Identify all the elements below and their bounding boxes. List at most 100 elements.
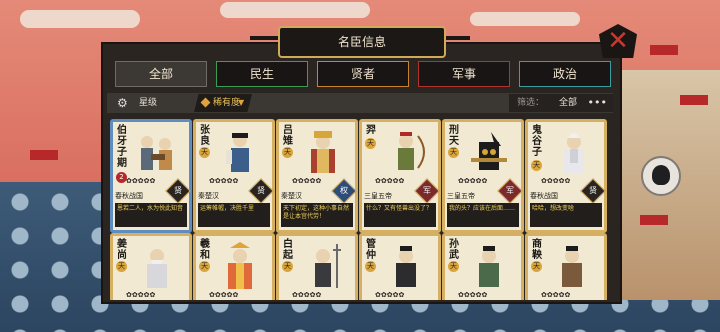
minister-name: 羿 [366, 125, 376, 136]
minister-quote: 运筹帷幄，决胜千里 [198, 203, 270, 227]
minister-portrait [311, 131, 335, 173]
dynasty-label: 三皇五帝 [364, 192, 392, 200]
rank-tag: 天 [282, 147, 293, 158]
background-roof [640, 215, 668, 225]
minister-portrait [147, 249, 167, 288]
star-rating: ✿✿✿✿✿ [126, 291, 156, 299]
minister-portrait [228, 242, 252, 289]
minister-name: 管仲 [366, 239, 376, 261]
trait-badge: 贤 [580, 178, 606, 204]
star-rating: ✿✿✿✿✿ [209, 177, 239, 185]
minister-portrait [226, 133, 249, 172]
background-roof [30, 150, 58, 160]
filter-dropdown-label: 筛选： [517, 98, 545, 108]
assistant-button[interactable] [641, 156, 681, 196]
category-tabs: 全部 民生 贤者 军事 政治 [115, 61, 613, 87]
minister-quote: 什么？又有怪兽出没了？ [364, 203, 436, 227]
sort-label: 稀有度 [213, 98, 241, 108]
gear-icon[interactable]: ⚙ [117, 96, 131, 110]
minister-portrait [564, 133, 584, 173]
tab-military[interactable]: 军事 [418, 61, 510, 87]
background-cloud [470, 12, 580, 26]
star-rating: ✿✿✿✿✿ [458, 291, 488, 299]
minister-card[interactable]: 鬼谷子 天 ✿✿✿✿✿ 春秋战国 贤 哈哈，想改变啥 [525, 119, 607, 233]
trait-text: 贤 [589, 186, 597, 195]
filter-bar: ⚙ 星级 稀有度 ▼ 筛选： 全部 ••• [107, 93, 613, 113]
sort-arrow-icon: ▼ [238, 98, 245, 107]
minister-name: 刑天 [449, 125, 459, 147]
minister-name: 吕雉 [283, 125, 293, 147]
filter-dropdown[interactable]: 筛选： 全部 ••• [509, 94, 613, 112]
minister-name: 羲和 [200, 239, 210, 261]
minister-card[interactable]: 张良 天 ✿✿✿✿✿ 秦楚汉 贤 运筹帷幄，决胜千里 [193, 119, 275, 233]
rank-tag: 天 [531, 261, 542, 272]
rank-tag: 天 [448, 147, 459, 158]
rank-tag: 天 [199, 147, 210, 158]
filter-dropdown-value: 全部 [559, 98, 578, 108]
minister-name: 白起 [283, 239, 293, 261]
rank-tag: 天 [199, 261, 210, 272]
title-wing-left [250, 36, 280, 40]
rank-tag: 天 [365, 261, 376, 272]
minister-card[interactable]: 白起 天 ✿✿✿✿✿ [276, 233, 358, 300]
star-rating: ✿✿✿✿✿ [375, 291, 405, 299]
dynasty-label: 秦楚汉 [198, 192, 219, 200]
star-rating: ✿✿✿✿✿ [209, 291, 239, 299]
minister-card[interactable]: 姜尚 天 ✿✿✿✿✿ [110, 233, 192, 300]
star-rating: ✿✿✿✿✿ [541, 177, 571, 185]
star-rating: ✿✿✿✿✿ [292, 177, 322, 185]
rank-tag: 天 [531, 160, 542, 171]
minister-name: 伯牙子期 [117, 125, 127, 169]
star-rating: ✿✿✿✿✿ [292, 291, 322, 299]
background-roof [680, 95, 708, 105]
tab-sage[interactable]: 贤者 [317, 61, 409, 87]
tab-politics[interactable]: 政治 [519, 61, 611, 87]
dynasty-label: 春秋战国 [115, 192, 143, 200]
minister-card[interactable]: 吕雉 天 ✿✿✿✿✿ 秦楚汉 权 天下初定，这种小事自然是让本宫代劳！ [276, 119, 358, 233]
trait-text: 贤 [174, 186, 182, 195]
trait-badge: 贤 [165, 178, 191, 204]
trait-text: 权 [340, 186, 348, 195]
rank-tag: 天 [116, 261, 127, 272]
title-bar: 名臣信息 [278, 26, 446, 58]
minister-name: 鬼谷子 [532, 125, 542, 158]
minister-portrait [479, 246, 499, 287]
star-rating: ✿✿✿✿✿ [458, 177, 488, 185]
rank-tag: 天 [448, 261, 459, 272]
star-filter-label[interactable]: 星级 [139, 93, 157, 113]
minister-card[interactable]: 商鞅 天 ✿✿✿✿✿ [525, 233, 607, 300]
minister-card[interactable]: 伯牙子期 2 ✿✿✿✿✿ 春秋战国 贤 恩若二人，水为悦此知音 [110, 119, 192, 233]
tab-all[interactable]: 全部 [115, 61, 207, 87]
trait-badge: 权 [331, 178, 357, 204]
minister-portrait [141, 136, 172, 170]
minister-card[interactable]: 管仲 天 ✿✿✿✿✿ [359, 233, 441, 300]
trait-badge: 军 [414, 178, 440, 204]
minister-quote: 天下初定，这种小事自然是让本宫代劳！ [281, 203, 353, 227]
rank-tag: 天 [365, 138, 376, 149]
minister-name: 孙武 [449, 239, 459, 261]
minister-quote: 哈哈，想改变啥 [530, 203, 602, 227]
penguin-icon [652, 165, 670, 185]
background-cloud [220, 2, 370, 18]
trait-badge: 贤 [248, 178, 274, 204]
minister-name: 姜尚 [117, 239, 127, 261]
trait-text: 军 [506, 186, 514, 195]
minister-card[interactable]: 羿 天 ✿✿✿✿✿ 三皇五帝 军 什么？又有怪兽出没了？ [359, 119, 441, 233]
minister-card[interactable]: 羲和 天 ✿✿✿✿✿ [193, 233, 275, 300]
tab-livelihood[interactable]: 民生 [216, 61, 308, 87]
dynasty-label: 春秋战国 [530, 192, 558, 200]
minister-portrait [315, 244, 341, 288]
minister-card[interactable]: 刑天 天 ✿✿✿✿✿ 三皇五帝 军 我的头？应该在后面…… [442, 119, 524, 233]
trait-badge: 军 [497, 178, 523, 204]
minister-portrait [398, 132, 425, 170]
more-icon[interactable]: ••• [588, 94, 607, 112]
minister-name: 张良 [200, 125, 210, 147]
minister-portrait [562, 246, 582, 287]
dynasty-label: 秦楚汉 [281, 192, 302, 200]
minister-quote: 我的头？应该在后面…… [447, 203, 519, 227]
window-title: 名臣信息 [337, 35, 386, 49]
minister-card[interactable]: 孙武 天 ✿✿✿✿✿ [442, 233, 524, 300]
minister-quote: 恩若二人，水为悦此知音 [115, 203, 187, 227]
sort-diamond-icon [200, 97, 211, 108]
minister-name: 商鞅 [532, 239, 542, 261]
